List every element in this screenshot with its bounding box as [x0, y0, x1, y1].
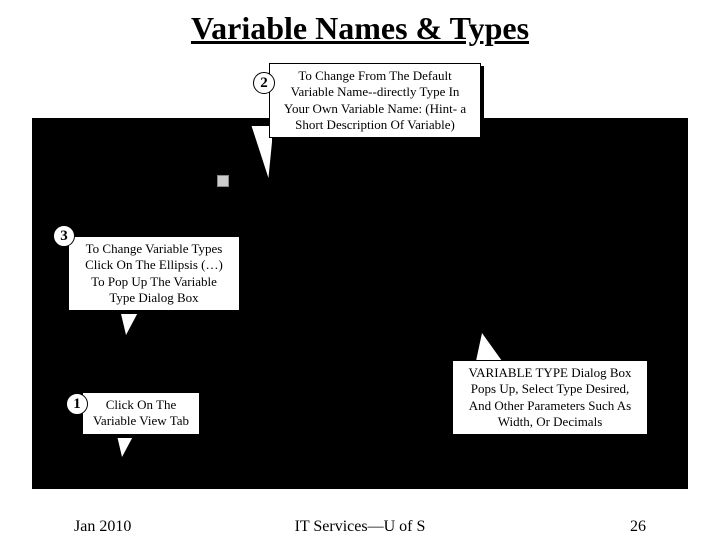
footer-org: IT Services—U of S — [0, 518, 720, 536]
step-badge-3: 3 — [53, 225, 75, 247]
callout-3: To Change Variable Types Click On The El… — [68, 236, 240, 311]
cell-marker-icon — [217, 175, 229, 187]
slide-title: Variable Names & Types — [0, 0, 720, 47]
callout-variable-type: VARIABLE TYPE Dialog Box Pops Up, Select… — [452, 360, 648, 435]
callout-1: Click On The Variable View Tab — [82, 392, 200, 435]
step-badge-1: 1 — [66, 393, 88, 415]
slide-footer: Jan 2010 IT Services—U of S 26 — [0, 518, 720, 536]
callout-4-pointer — [476, 333, 502, 361]
step-badge-2: 2 — [253, 72, 275, 94]
callout-2: To Change From The Default Variable Name… — [269, 63, 481, 138]
